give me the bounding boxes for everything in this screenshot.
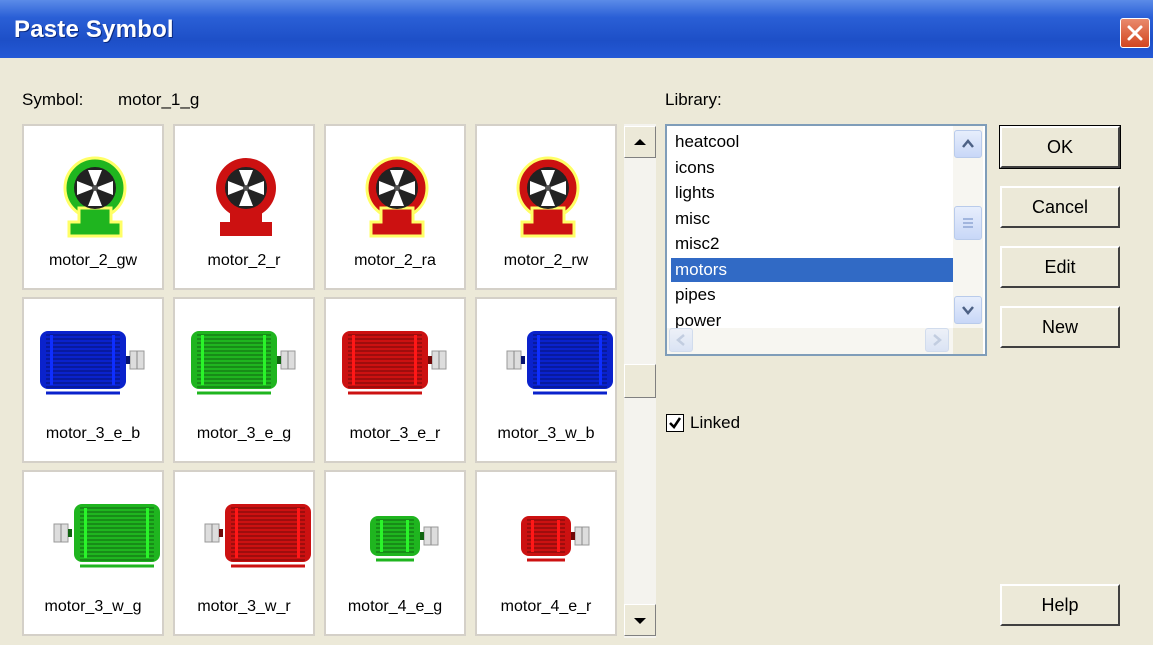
scroll-down-button[interactable] bbox=[624, 604, 656, 636]
paste-symbol-dialog: Paste Symbol Symbol: motor_1_g Library: … bbox=[0, 0, 1153, 645]
symbol-name: motor_2_gw bbox=[48, 252, 138, 269]
new-button[interactable]: New bbox=[1000, 306, 1120, 348]
library-scroll-right-button[interactable] bbox=[925, 328, 949, 352]
symbol-name: motor_2_r bbox=[207, 252, 281, 269]
library-item-misc2[interactable]: misc2 bbox=[671, 232, 953, 256]
library-label: Library: bbox=[665, 90, 722, 109]
library-item-misc[interactable]: misc bbox=[671, 207, 953, 231]
chevron-left-icon bbox=[676, 334, 685, 346]
arrow-down-icon bbox=[634, 618, 646, 624]
linked-label: Linked bbox=[690, 413, 741, 432]
symbol-tile-motor_2_r[interactable]: motor_2_r bbox=[173, 124, 315, 290]
symbol-name: motor_2_rw bbox=[503, 252, 589, 269]
checkmark-icon bbox=[669, 417, 682, 429]
electric-motor-icon bbox=[506, 331, 613, 395]
electric-motor-icon bbox=[40, 331, 145, 395]
symbol-name: motor_3_e_g bbox=[196, 425, 292, 442]
cancel-button[interactable]: Cancel bbox=[1000, 186, 1120, 228]
symbol-grid-scrollbar[interactable] bbox=[624, 124, 656, 638]
ok-button[interactable]: OK bbox=[999, 125, 1121, 169]
window-title: Paste Symbol bbox=[14, 16, 174, 43]
library-scroll-left-button[interactable] bbox=[669, 328, 693, 352]
edit-button[interactable]: Edit bbox=[1000, 246, 1120, 288]
library-item-motors[interactable]: motors bbox=[671, 257, 953, 282]
electric-motor-icon bbox=[191, 331, 296, 395]
symbol-value: motor_1_g bbox=[118, 90, 200, 109]
symbol-name: motor_3_w_g bbox=[44, 598, 142, 615]
symbol-tile-motor_4_e_r[interactable]: motor_4_e_r bbox=[475, 470, 617, 636]
symbol-name: motor_3_e_r bbox=[349, 425, 441, 442]
close-button[interactable] bbox=[1120, 18, 1150, 48]
chevron-up-icon bbox=[962, 139, 974, 148]
symbol-name: motor_4_e_g bbox=[347, 598, 443, 615]
symbol-name: motor_3_w_r bbox=[197, 598, 291, 615]
library-scroll-up-button[interactable] bbox=[954, 130, 982, 158]
symbol-grid: motor_2_gw motor_2_r motor_2_ra motor_2_… bbox=[22, 124, 620, 638]
symbol-tile-motor_3_e_r[interactable]: motor_3_e_r bbox=[324, 297, 466, 463]
library-horizontal-scrollbar[interactable] bbox=[667, 328, 953, 354]
symbol-tile-motor_3_w_b[interactable]: motor_3_w_b bbox=[475, 297, 617, 463]
title-bar: Paste Symbol bbox=[0, 0, 1153, 58]
fan-motor-icon bbox=[63, 156, 127, 238]
chevron-down-icon bbox=[962, 306, 974, 315]
electric-motor-icon bbox=[370, 516, 439, 562]
symbol-name: motor_3_w_b bbox=[497, 425, 595, 442]
symbol-tile-motor_3_w_r[interactable]: motor_3_w_r bbox=[173, 470, 315, 636]
library-item-icons[interactable]: icons bbox=[671, 156, 953, 180]
symbol-name: motor_3_e_b bbox=[45, 425, 141, 442]
electric-motor-icon bbox=[521, 516, 590, 562]
symbol-label: Symbol: bbox=[22, 90, 84, 109]
symbol-tile-motor_2_gw[interactable]: motor_2_gw bbox=[22, 124, 164, 290]
electric-motor-icon bbox=[53, 504, 160, 568]
linked-checkbox[interactable] bbox=[666, 414, 684, 432]
symbol-tile-motor_3_e_g[interactable]: motor_3_e_g bbox=[173, 297, 315, 463]
symbol-tile-motor_4_e_g[interactable]: motor_4_e_g bbox=[324, 470, 466, 636]
library-item-pipes[interactable]: pipes bbox=[671, 283, 953, 307]
library-item-heatcool[interactable]: heatcool bbox=[671, 130, 953, 154]
scroll-up-button[interactable] bbox=[624, 126, 656, 158]
library-item-lights[interactable]: lights bbox=[671, 181, 953, 205]
electric-motor-icon bbox=[204, 504, 311, 568]
library-scroll-thumb[interactable] bbox=[954, 206, 982, 240]
scrollbar-corner bbox=[953, 328, 983, 354]
symbol-name: motor_4_e_r bbox=[500, 598, 592, 615]
grip-icon bbox=[963, 218, 973, 228]
symbol-tile-motor_2_rw[interactable]: motor_2_rw bbox=[475, 124, 617, 290]
symbol-name: motor_2_ra bbox=[354, 252, 436, 269]
library-scroll-down-button[interactable] bbox=[954, 296, 982, 324]
scroll-thumb[interactable] bbox=[624, 364, 656, 398]
close-icon bbox=[1127, 25, 1143, 41]
arrow-up-icon bbox=[634, 139, 646, 145]
fan-motor-icon bbox=[365, 156, 429, 238]
symbol-tile-motor_3_e_b[interactable]: motor_3_e_b bbox=[22, 297, 164, 463]
help-button[interactable]: Help bbox=[1000, 584, 1120, 626]
fan-motor-icon bbox=[216, 158, 276, 236]
symbol-tile-motor_2_ra[interactable]: motor_2_ra bbox=[324, 124, 466, 290]
electric-motor-icon bbox=[342, 331, 447, 395]
library-list[interactable]: heatcool icons lights misc misc2 motors pipes p… bbox=[665, 124, 987, 356]
symbol-tile-motor_3_w_g[interactable]: motor_3_w_g bbox=[22, 470, 164, 636]
chevron-right-icon bbox=[933, 334, 942, 346]
fan-motor-icon bbox=[516, 156, 580, 238]
library-vertical-scrollbar[interactable] bbox=[953, 126, 983, 328]
